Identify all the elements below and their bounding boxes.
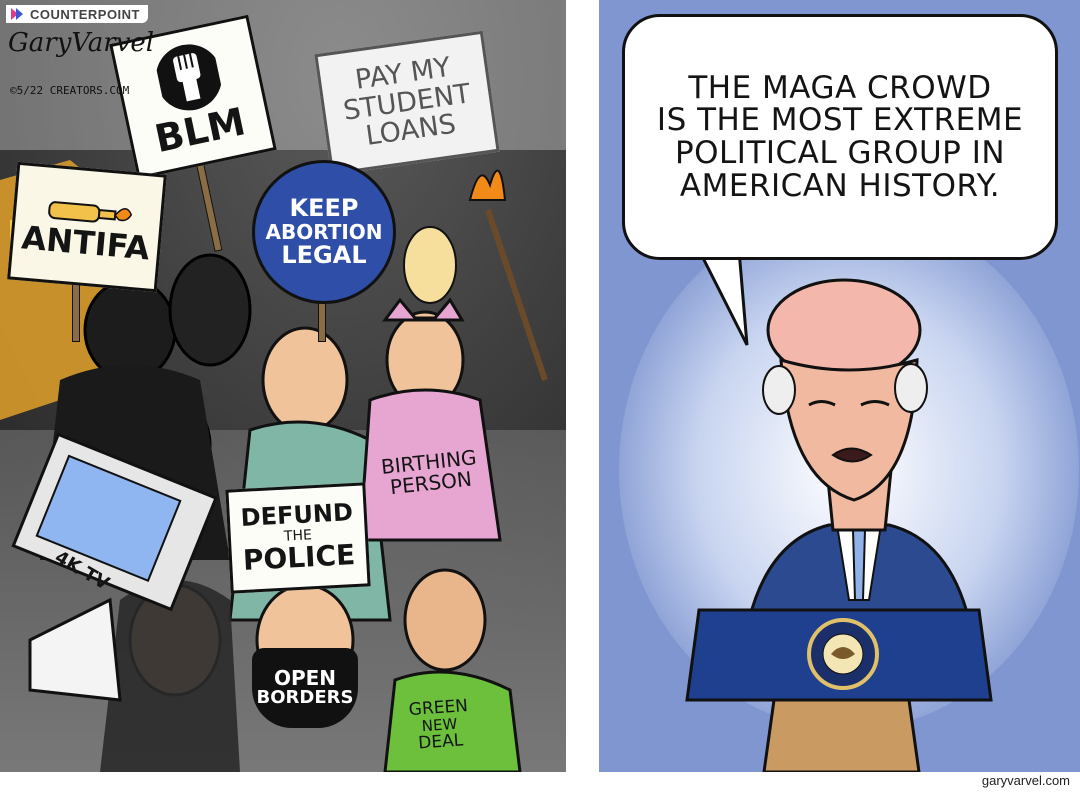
sign-line: DEFUND <box>240 498 354 533</box>
student-loans-sign: PAY MY STUDENT LOANS <box>314 30 500 176</box>
counterpoint-branding: COUNTERPOINT <box>6 5 148 23</box>
artist-signature: GaryVarvel <box>8 28 155 58</box>
antifa-sign-text: ANTIFA <box>20 218 152 268</box>
speech-line: AMERICAN HISTORY. <box>679 167 1001 204</box>
open-borders-mask: OPEN BORDERS <box>252 648 358 728</box>
sign-line: ABORTION <box>265 219 383 244</box>
podium-base <box>762 698 921 772</box>
antifa-sign: ANTIFA <box>7 161 167 293</box>
sign-stick <box>72 280 80 342</box>
brand-name: COUNTERPOINT <box>30 6 140 22</box>
mask-line: BORDERS <box>256 687 354 709</box>
counterpoint-logo-icon <box>11 8 23 20</box>
sign-line: KEEP <box>289 194 359 223</box>
necktie <box>851 529 867 601</box>
shouting-man <box>261 326 349 434</box>
defund-police-sign: DEFUND THE POLICE <box>225 482 371 594</box>
site-credit: garyvarvel.com <box>981 773 1070 788</box>
mask-line: OPEN <box>273 666 337 691</box>
green-shirt-protester <box>403 568 487 672</box>
signature-date: ©5/22 CREATORS.COM <box>10 84 130 97</box>
speech-line: THE MAGA CROWD <box>688 69 992 106</box>
sign-line: POLICE <box>242 538 356 578</box>
left-cartoon-panel: COUNTERPOINT GaryVarvel ©5/22 CREATORS.C… <box>0 0 566 772</box>
birthing-person-shirt-text: BIRTHING PERSON <box>380 445 480 499</box>
green-new-deal-shirt-text: GREEN NEW DEAL <box>408 696 471 753</box>
sign-line: LEGAL <box>281 240 367 269</box>
speech-line: POLITICAL GROUP IN <box>674 135 1006 171</box>
masked-protester <box>168 253 252 367</box>
right-cartoon-panel: THE MAGA CROWD IS THE MOST EXTREME POLIT… <box>599 0 1080 772</box>
keep-abortion-legal-sign: KEEP ABORTION LEGAL <box>252 160 396 304</box>
speech-bubble: THE MAGA CROWD IS THE MOST EXTREME POLIT… <box>622 14 1058 260</box>
speech-line: IS THE MOST EXTREME <box>656 102 1024 139</box>
